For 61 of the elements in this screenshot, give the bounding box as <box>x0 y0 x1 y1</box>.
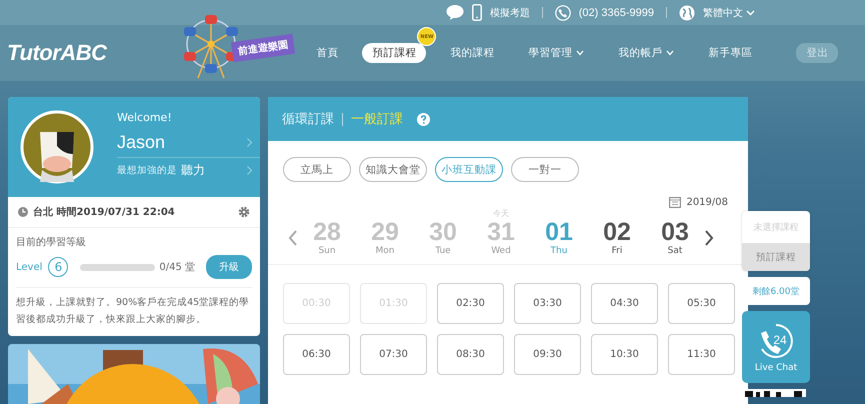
nav-item[interactable]: 學習管理 <box>518 43 594 63</box>
time-slot[interactable]: 10:30 <box>591 334 658 375</box>
time-slot[interactable]: 07:30 <box>360 334 427 375</box>
logo[interactable]: TutorABC <box>7 40 106 66</box>
live-chat-button[interactable]: 24 Live Chat <box>742 311 810 383</box>
class-type-tab[interactable]: 立馬上 <box>283 157 351 182</box>
day-item[interactable]: 28 Sun <box>298 208 356 256</box>
level-label: Level <box>16 262 42 272</box>
clock-icon <box>18 207 28 217</box>
day-item[interactable]: 02 Fri <box>588 208 646 256</box>
time-slot[interactable]: 02:30 <box>437 283 504 324</box>
chevron-right-icon[interactable] <box>704 230 714 246</box>
help-icon[interactable] <box>417 112 430 126</box>
time-slot[interactable]: 09:30 <box>514 334 581 375</box>
time-slot[interactable]: 08:30 <box>437 334 504 375</box>
month-label: 2019/08 <box>686 196 728 208</box>
welcome-text: Welcome! <box>117 111 173 124</box>
day-item[interactable]: 30 Tue <box>414 208 472 256</box>
class-type-tab[interactable]: 知識大會堂 <box>359 157 427 182</box>
chevron-right-icon <box>247 166 252 175</box>
mobile-phone-icon[interactable] <box>472 4 482 21</box>
time-slot[interactable]: 05:30 <box>668 283 735 324</box>
nav-item[interactable]: 我的課程 <box>440 43 504 63</box>
calendar-icon[interactable] <box>669 196 682 208</box>
chevron-right-icon <box>247 138 252 147</box>
local-time: 台北 時間2019/07/31 22:04 <box>33 206 176 219</box>
nav-item[interactable]: 我的帳戶 <box>608 43 684 63</box>
class-type-tab[interactable]: 一對一 <box>511 157 579 182</box>
chevron-down-icon <box>666 50 674 56</box>
phone-icon <box>554 4 571 20</box>
level-number: 6 <box>48 257 68 277</box>
day-item[interactable]: 01 Thu <box>530 208 588 256</box>
class-type-tab[interactable]: 小班互動課 <box>435 157 503 182</box>
upgrade-button[interactable]: 升級 <box>206 255 252 279</box>
chevron-down-icon <box>576 50 584 56</box>
time-slot[interactable]: 03:30 <box>514 283 581 324</box>
qr-code-icon[interactable] <box>742 389 806 397</box>
time-slot[interactable]: 06:30 <box>283 334 350 375</box>
phone-number: (02) 3365-9999 <box>578 6 654 18</box>
chevron-down-icon <box>746 10 755 16</box>
chevron-left-icon[interactable] <box>288 230 298 246</box>
settings-icon[interactable] <box>238 206 250 218</box>
booking-mode-tab[interactable]: 循環訂課 <box>282 110 334 128</box>
progress-text: 0/45 堂 <box>159 260 196 274</box>
level-title: 目前的學習等級 <box>16 236 87 249</box>
day-item[interactable]: 03 Sat <box>646 208 704 256</box>
promo-ribbon[interactable]: 前進遊樂園 <box>230 34 296 62</box>
upgrade-note: 想升級，上課就對了。90%客戶在完成45堂課程的學習後都成功升級了，快來跟上大家的腳步。 <box>16 296 250 327</box>
focus-skill[interactable]: 聽力 <box>181 162 247 179</box>
user-name[interactable]: Jason <box>117 132 247 153</box>
booking-mode-tab[interactable]: 一般訂課 <box>351 110 403 128</box>
focus-label: 最想加強的是 <box>117 164 177 177</box>
mock-exam-link[interactable]: 模擬考題 <box>490 6 530 20</box>
time-slot[interactable]: 04:30 <box>591 283 658 324</box>
nav-item[interactable]: 新手專區 <box>698 43 762 63</box>
language-selector[interactable]: 繁體中文 <box>703 6 755 20</box>
nav-item[interactable]: 首頁 <box>306 43 348 63</box>
time-slot[interactable]: 11:30 <box>668 334 735 375</box>
day-item[interactable]: 29 Mon <box>356 208 414 256</box>
logout-button[interactable]: 登出 <box>796 43 838 63</box>
nav-item[interactable]: 預訂課程 <box>362 43 426 63</box>
